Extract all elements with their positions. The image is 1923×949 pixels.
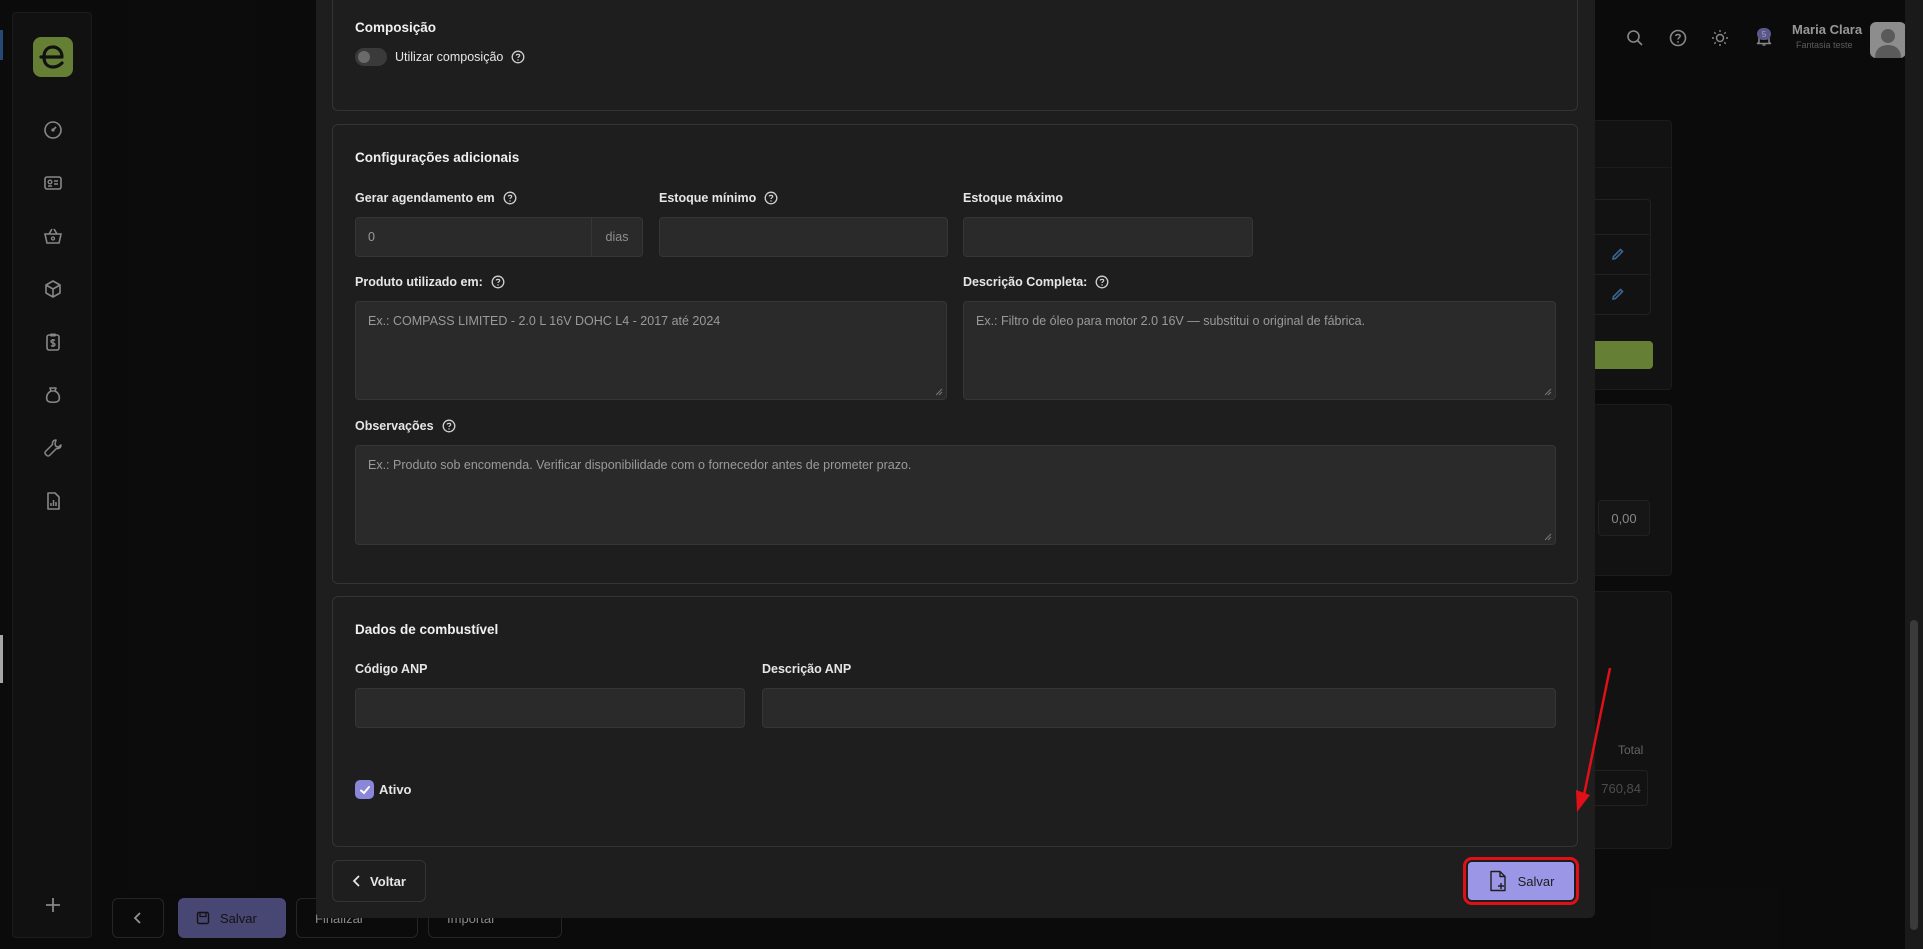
product-used-label-text: Produto utilizado em: [355, 275, 483, 289]
observations-textarea[interactable]: Ex.: Produto sob encomenda. Verificar di… [355, 445, 1556, 545]
help-icon[interactable] [764, 191, 778, 205]
help-icon[interactable] [511, 50, 525, 64]
fuel-data-title: Dados de combustível [355, 622, 499, 637]
schedule-label: Gerar agendamento em [355, 191, 517, 205]
composition-toggle-label: Utilizar composição [395, 50, 525, 64]
composition-toggle-text: Utilizar composição [395, 50, 504, 64]
observations-placeholder: Ex.: Produto sob encomenda. Verificar di… [368, 458, 912, 472]
resize-grip-icon [935, 388, 943, 396]
max-stock-input[interactable] [963, 217, 1253, 257]
min-stock-label-text: Estoque mínimo [659, 191, 757, 205]
scrollbar[interactable] [1905, 0, 1923, 949]
scrollbar-thumb[interactable] [1910, 620, 1918, 930]
file-add-icon [1489, 870, 1506, 892]
product-modal: Composição Utilizar composição Configura… [316, 0, 1595, 918]
additional-settings-section: Configurações adicionais Gerar agendamen… [332, 124, 1578, 584]
back-label: Voltar [370, 873, 406, 889]
full-description-textarea[interactable]: Ex.: Filtro de óleo para motor 2.0 16V —… [963, 301, 1556, 400]
additional-settings-title: Configurações adicionais [355, 150, 520, 165]
check-icon [359, 785, 370, 794]
anp-description-input[interactable] [762, 688, 1556, 728]
help-icon[interactable] [491, 275, 505, 289]
toggle-knob [358, 51, 370, 63]
product-used-textarea[interactable]: Ex.: COMPASS LIMITED - 2.0 L 16V DOHC L4… [355, 301, 947, 400]
anp-code-label: Código ANP [355, 662, 428, 676]
max-stock-label: Estoque máximo [963, 191, 1064, 205]
save-button[interactable]: Salvar [1463, 857, 1579, 905]
help-icon[interactable] [1095, 275, 1109, 289]
observations-label: Observações [355, 419, 456, 433]
composition-section: Composição Utilizar composição [332, 0, 1578, 111]
active-checkbox[interactable] [355, 780, 374, 799]
schedule-days-input[interactable]: 0 dias [355, 217, 643, 257]
min-stock-label: Estoque mínimo [659, 191, 778, 205]
product-used-label: Produto utilizado em: [355, 275, 505, 289]
anp-description-label: Descrição ANP [762, 662, 852, 676]
resize-grip-icon [1544, 388, 1552, 396]
product-used-placeholder: Ex.: COMPASS LIMITED - 2.0 L 16V DOHC L4… [368, 314, 721, 328]
full-description-placeholder: Ex.: Filtro de óleo para motor 2.0 16V —… [976, 314, 1366, 328]
save-label: Salvar [1517, 873, 1555, 889]
composition-title: Composição [355, 20, 437, 35]
chevron-left-icon [352, 875, 360, 887]
full-description-label-text: Descrição Completa: [963, 275, 1088, 289]
min-stock-input[interactable] [659, 217, 948, 257]
schedule-label-text: Gerar agendamento em [355, 191, 495, 205]
days-suffix: dias [591, 218, 642, 256]
back-button[interactable]: Voltar [332, 860, 426, 902]
schedule-days-value: 0 [368, 230, 375, 244]
active-label: Ativo [379, 782, 412, 797]
observations-label-text: Observações [355, 419, 434, 433]
full-description-label: Descrição Completa: [963, 275, 1109, 289]
help-icon[interactable] [503, 191, 517, 205]
fuel-data-section: Dados de combustível Código ANP Descriçã… [332, 596, 1578, 847]
anp-code-input[interactable] [355, 688, 745, 728]
resize-grip-icon [1544, 533, 1552, 541]
help-icon[interactable] [442, 419, 456, 433]
composition-toggle[interactable] [355, 48, 387, 66]
